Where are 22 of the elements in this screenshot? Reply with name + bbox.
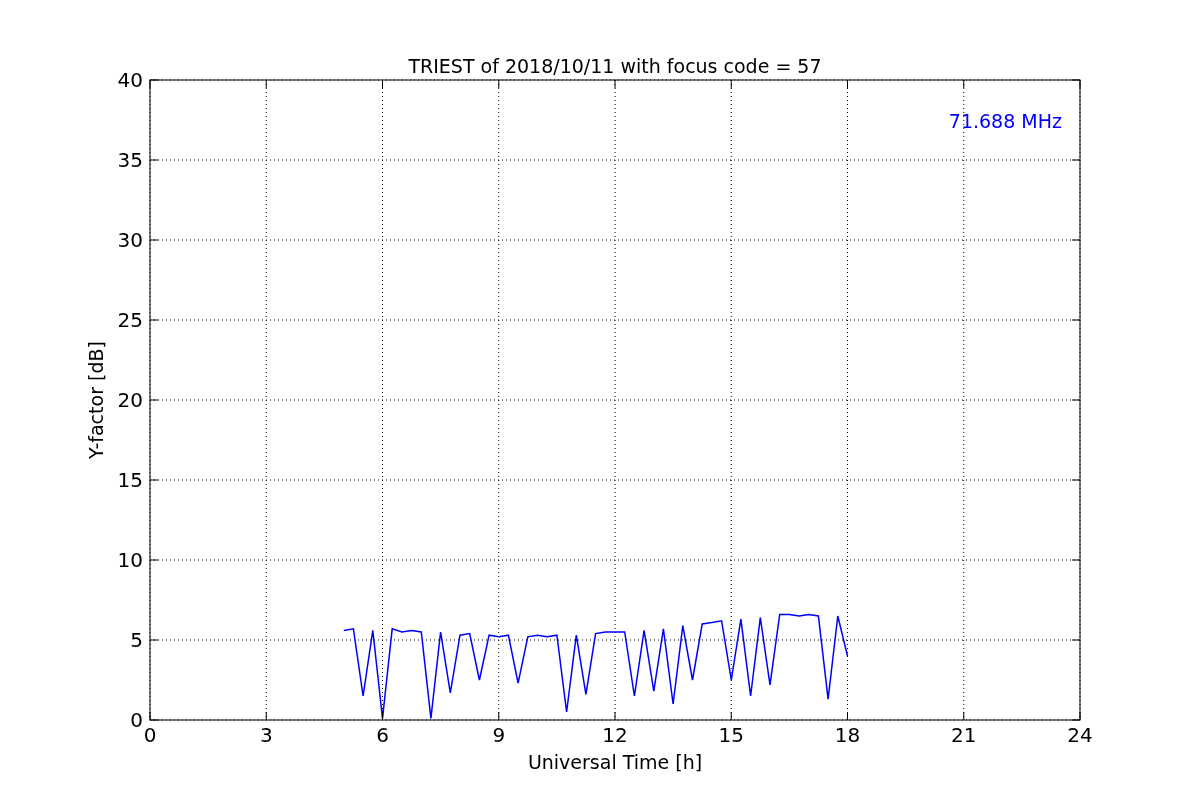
chart-title: TRIEST of 2018/10/11 with focus code = 57 xyxy=(408,55,822,77)
tick-label: 9 xyxy=(492,723,506,747)
tick-label: 10 xyxy=(117,548,143,572)
tick-label: 35 xyxy=(117,148,143,172)
tick-label: 40 xyxy=(117,68,143,92)
x-axis-label: Universal Time [h] xyxy=(527,751,703,773)
tick-label: 21 xyxy=(951,723,977,747)
tick-label: 3 xyxy=(259,723,273,747)
tick-label: 25 xyxy=(117,308,143,332)
tick-label: 18 xyxy=(834,723,861,747)
series-label: 71.688 MHz xyxy=(948,110,1062,132)
tick-label: 6 xyxy=(376,723,389,747)
tick-label: 15 xyxy=(117,468,143,492)
tick-label: 15 xyxy=(718,723,744,747)
tick-label: 5 xyxy=(130,628,143,652)
tick-label: 0 xyxy=(130,708,143,732)
y-axis-label: Y-factor [dB] xyxy=(85,341,107,459)
tick-label: 12 xyxy=(602,723,628,747)
tick-label: 0 xyxy=(143,723,157,747)
tick-label: 20 xyxy=(117,388,143,412)
tick-label: 24 xyxy=(1067,723,1093,747)
tick-label: 30 xyxy=(117,228,143,252)
